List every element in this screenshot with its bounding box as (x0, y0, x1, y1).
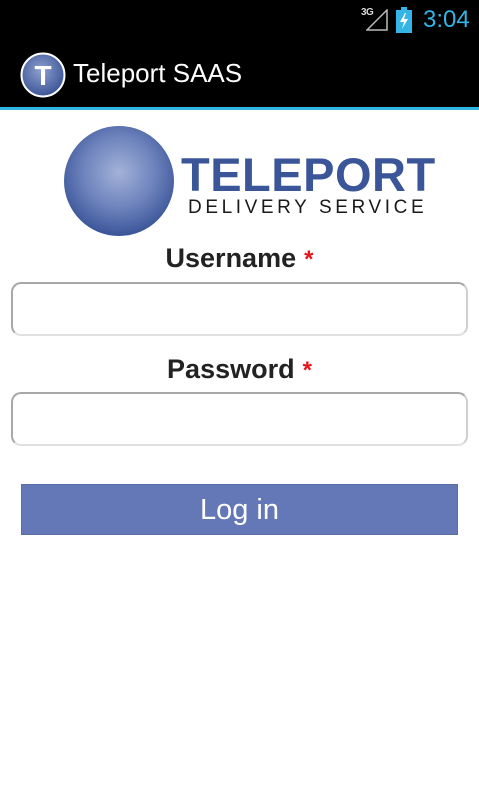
login-button[interactable]: Log in (21, 484, 458, 535)
app-title: Teleport SAAS (73, 58, 243, 88)
battery-charging-icon (396, 7, 412, 33)
signal-icon (366, 9, 388, 31)
brand-tagline: DELIVERY SERVICE (188, 197, 428, 218)
teleport-logo-globe-icon (64, 126, 174, 236)
username-label-row: Username * (0, 243, 479, 274)
username-required-marker: * (304, 246, 314, 273)
username-input[interactable] (11, 282, 468, 336)
app-icon-letter: T (34, 60, 51, 91)
action-bar-divider (0, 107, 479, 110)
password-label-row: Password * (0, 354, 479, 385)
password-label: Password (167, 354, 295, 384)
clock: 3:04 (423, 6, 470, 33)
brand-name: TELEPORT (181, 148, 436, 201)
password-required-marker: * (302, 357, 312, 384)
password-input[interactable] (11, 392, 468, 446)
app-logo-icon[interactable]: T (20, 52, 66, 98)
status-bar: 3G 3:04 (0, 0, 479, 39)
username-label: Username (165, 243, 297, 273)
